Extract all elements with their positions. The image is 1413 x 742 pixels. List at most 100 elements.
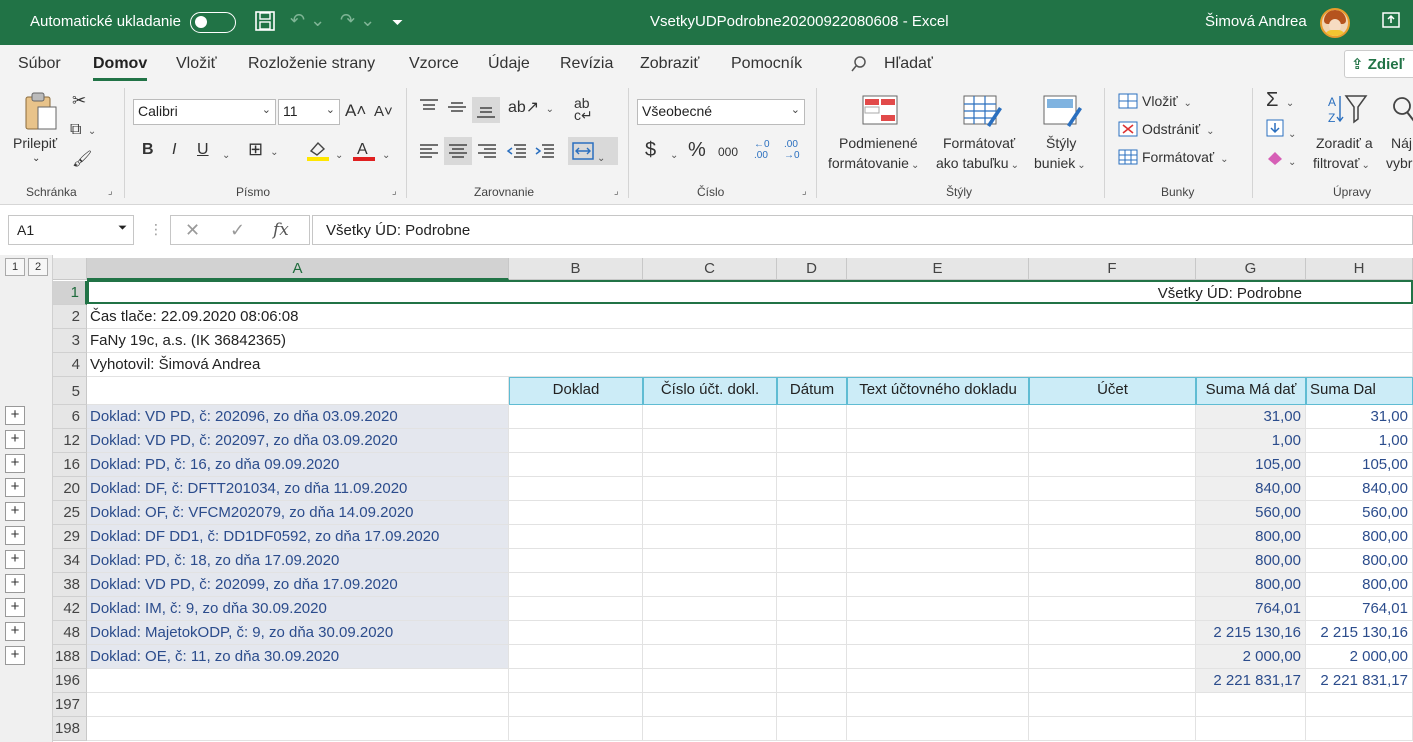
tab-data[interactable]: Údaje bbox=[488, 55, 530, 73]
table-cell[interactable] bbox=[643, 693, 777, 717]
increase-decimal-icon[interactable]: ←0.00 bbox=[754, 139, 770, 161]
table-cell[interactable] bbox=[777, 573, 847, 597]
wrap-text-icon[interactable]: ab c↵ bbox=[574, 96, 593, 122]
table-cell[interactable] bbox=[509, 477, 643, 501]
table-cell[interactable] bbox=[1029, 645, 1196, 669]
table-cell[interactable] bbox=[777, 597, 847, 621]
table-cell[interactable] bbox=[1196, 717, 1306, 741]
column-header-e[interactable]: E bbox=[847, 258, 1029, 280]
decrease-decimal-icon[interactable]: .00 →0 bbox=[784, 139, 800, 161]
table-cell[interactable] bbox=[87, 669, 509, 693]
expand-group-button[interactable]: + bbox=[5, 622, 25, 641]
row-header[interactable]: 29 bbox=[53, 525, 87, 549]
tab-view[interactable]: Zobraziť bbox=[640, 55, 699, 73]
customize-toolbar-icon[interactable]: ⏷ bbox=[392, 14, 403, 31]
autosum-icon[interactable]: Σ ⌄ bbox=[1266, 89, 1294, 112]
group-label-cell[interactable]: Doklad: VD PD, č: 202097, zo dňa 03.09.2… bbox=[87, 429, 509, 453]
suma-ma-dat-cell[interactable]: 105,00 bbox=[1196, 453, 1306, 477]
font-color-dropdown-icon[interactable]: ⌄ bbox=[380, 145, 390, 161]
cut-icon[interactable]: ✂ bbox=[72, 91, 86, 111]
find-select-icon[interactable] bbox=[1390, 95, 1413, 128]
group-label-cell[interactable]: Doklad: DF, č: DFTT201034, zo dňa 11.09.… bbox=[87, 477, 509, 501]
font-launcher-icon[interactable]: ⌟ bbox=[392, 186, 397, 197]
row-header[interactable]: 16 bbox=[53, 453, 87, 477]
font-size-select[interactable]: 11 ⌄ bbox=[278, 99, 340, 125]
table-cell[interactable] bbox=[1029, 501, 1196, 525]
suma-dal-cell[interactable]: 2 000,00 bbox=[1306, 645, 1413, 669]
row-header[interactable]: 42 bbox=[53, 597, 87, 621]
find-select-label1[interactable]: Náj bbox=[1391, 135, 1412, 151]
table-cell[interactable] bbox=[847, 453, 1029, 477]
table-cell[interactable] bbox=[777, 549, 847, 573]
tab-file[interactable]: Súbor bbox=[18, 55, 61, 73]
table-cell[interactable] bbox=[1306, 693, 1413, 717]
percent-button[interactable]: % bbox=[688, 139, 706, 162]
table-cell[interactable] bbox=[847, 549, 1029, 573]
table-cell[interactable] bbox=[1029, 525, 1196, 549]
suma-dal-cell[interactable]: 840,00 bbox=[1306, 477, 1413, 501]
fill-icon[interactable]: ⌄ bbox=[1266, 119, 1296, 140]
table-cell[interactable] bbox=[643, 573, 777, 597]
table-cell[interactable] bbox=[1029, 405, 1196, 429]
font-color-icon[interactable]: A bbox=[352, 139, 376, 164]
insert-cells-label[interactable]: Vložiť ⌄ bbox=[1142, 93, 1192, 109]
currency-button[interactable]: $ bbox=[645, 139, 656, 162]
suma-dal-cell[interactable]: 800,00 bbox=[1306, 525, 1413, 549]
table-cell[interactable] bbox=[643, 645, 777, 669]
row-header[interactable]: 3 bbox=[53, 329, 87, 353]
group-label-cell[interactable]: Doklad: PD, č: 16, zo dňa 09.09.2020 bbox=[87, 453, 509, 477]
redo-icon[interactable]: ↷ ⌄ bbox=[340, 10, 375, 31]
header-suma-ma-dat[interactable]: Suma Má dať bbox=[1196, 377, 1306, 405]
format-painter-icon[interactable]: 🖌 bbox=[72, 149, 92, 169]
suma-ma-dat-cell[interactable]: 1,00 bbox=[1196, 429, 1306, 453]
table-cell[interactable] bbox=[777, 645, 847, 669]
italic-button[interactable]: I bbox=[172, 141, 176, 159]
table-cell[interactable] bbox=[847, 429, 1029, 453]
table-cell[interactable] bbox=[87, 693, 509, 717]
number-format-select[interactable]: Všeobecné ⌄ bbox=[637, 99, 805, 125]
share-button[interactable]: ⇪ Zdieľ bbox=[1344, 50, 1413, 78]
expand-group-button[interactable]: + bbox=[5, 526, 25, 545]
table-cell[interactable] bbox=[1029, 621, 1196, 645]
table-cell[interactable] bbox=[1029, 573, 1196, 597]
table-cell[interactable] bbox=[1029, 693, 1196, 717]
table-cell[interactable] bbox=[643, 717, 777, 741]
table-cell[interactable] bbox=[1029, 429, 1196, 453]
table-cell[interactable] bbox=[509, 669, 643, 693]
table-cell[interactable] bbox=[847, 525, 1029, 549]
group-label-cell[interactable]: Doklad: MajetokODP, č: 9, zo dňa 30.09.2… bbox=[87, 621, 509, 645]
table-cell[interactable] bbox=[847, 597, 1029, 621]
table-cell[interactable] bbox=[777, 501, 847, 525]
expand-group-button[interactable]: + bbox=[5, 598, 25, 617]
row-header[interactable]: 12 bbox=[53, 429, 87, 453]
row-header[interactable]: 198 bbox=[53, 717, 87, 741]
table-cell[interactable] bbox=[777, 453, 847, 477]
table-cell[interactable] bbox=[643, 453, 777, 477]
thousands-button[interactable]: 000 bbox=[718, 145, 738, 159]
table-cell[interactable] bbox=[847, 645, 1029, 669]
row-header[interactable]: 5 bbox=[53, 377, 87, 405]
table-cell[interactable] bbox=[643, 501, 777, 525]
table-cell[interactable] bbox=[643, 621, 777, 645]
decrease-indent-icon[interactable] bbox=[506, 141, 528, 164]
table-cell[interactable] bbox=[777, 525, 847, 549]
suma-ma-dat-cell[interactable]: 2 000,00 bbox=[1196, 645, 1306, 669]
suma-dal-cell[interactable]: 2 215 130,16 bbox=[1306, 621, 1413, 645]
table-cell[interactable] bbox=[509, 429, 643, 453]
row-header[interactable]: 20 bbox=[53, 477, 87, 501]
underline-button[interactable]: U bbox=[197, 141, 209, 159]
table-cell[interactable] bbox=[509, 645, 643, 669]
format-as-table-label1[interactable]: Formátovať bbox=[943, 135, 1015, 151]
alignment-launcher-icon[interactable]: ⌟ bbox=[614, 186, 619, 197]
group-label-cell[interactable]: Doklad: VD PD, č: 202096, zo dňa 03.09.2… bbox=[87, 405, 509, 429]
delete-cells-icon[interactable] bbox=[1118, 121, 1138, 140]
expand-group-button[interactable]: + bbox=[5, 502, 25, 521]
sort-filter-label2[interactable]: filtrovať ⌄ bbox=[1313, 155, 1370, 171]
cell-styles-icon[interactable] bbox=[1043, 95, 1083, 132]
fill-color-dropdown-icon[interactable]: ⌄ bbox=[333, 145, 343, 161]
suma-ma-dat-cell[interactable]: 560,00 bbox=[1196, 501, 1306, 525]
outline-level-2-button[interactable]: 2 bbox=[28, 258, 48, 276]
user-name[interactable]: Šimová Andrea bbox=[1205, 13, 1307, 30]
conditional-formatting-label2[interactable]: formátovanie ⌄ bbox=[828, 155, 919, 171]
total-dal-cell[interactable]: 2 221 831,17 bbox=[1306, 669, 1413, 693]
